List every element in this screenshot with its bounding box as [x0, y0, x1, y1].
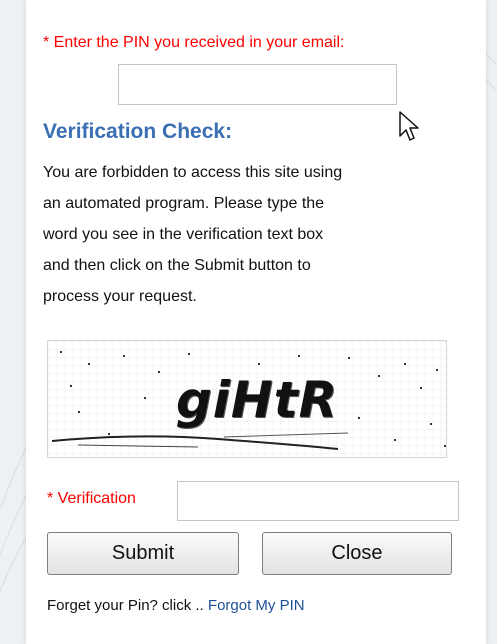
pin-label: * Enter the PIN you received in your ema… [43, 34, 345, 51]
forgot-pin-prefix: Forget your Pin? click .. [47, 597, 208, 614]
instruction-line: process your request. [43, 288, 197, 305]
submit-button[interactable]: Submit [47, 532, 239, 575]
captcha-image: giHtR [47, 340, 447, 458]
verification-instructions: You are forbidden to access this site us… [43, 157, 473, 312]
forgot-pin-line: Forget your Pin? click .. Forgot My PIN [47, 597, 305, 614]
instruction-line: word you see in the verification text bo… [43, 226, 324, 243]
mouse-pointer-icon [399, 111, 419, 141]
pin-input[interactable] [118, 64, 397, 105]
forgot-pin-link[interactable]: Forgot My PIN [208, 597, 305, 614]
page: * Enter the PIN you received in your ema… [0, 0, 497, 644]
instruction-line: an automated program. Please type the [43, 195, 325, 212]
captcha-word: giHtR [176, 371, 339, 429]
instruction-line: and then click on the Submit button to [43, 257, 311, 274]
verification-label: * Verification [47, 490, 136, 507]
verification-title: Verification Check: [43, 120, 233, 143]
verification-input[interactable] [177, 481, 459, 521]
instruction-line: You are forbidden to access this site us… [43, 164, 343, 181]
close-button[interactable]: Close [262, 532, 452, 575]
